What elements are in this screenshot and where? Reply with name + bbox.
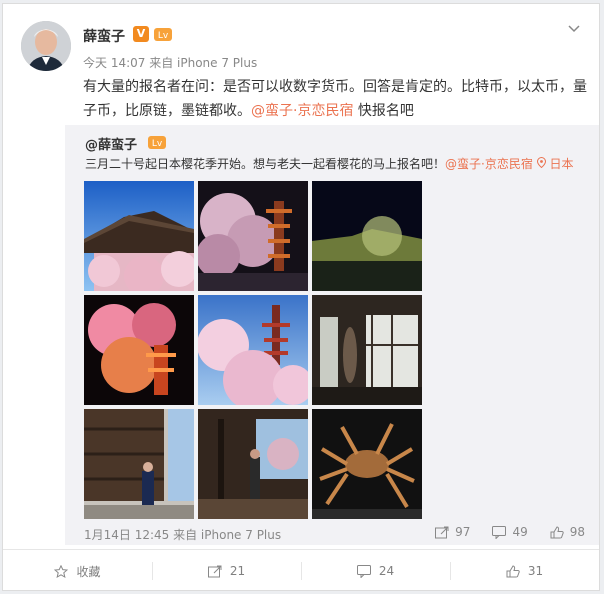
like-icon <box>550 525 564 538</box>
svg-text:Lv: Lv <box>158 31 169 41</box>
photo-balcony[interactable] <box>198 409 308 519</box>
repost-box: @薛蛮子 Lv 三月二十号起日本樱花季开始。想与老夫一起看樱花的马上报名吧！@蛮… <box>65 125 599 545</box>
repost-author[interactable]: @薛蛮子 <box>85 134 137 153</box>
level-badge-icon[interactable]: Lv <box>154 27 172 42</box>
repost-icon <box>207 565 222 577</box>
repost-stats: 97 49 98 <box>435 525 585 539</box>
like-count-value: 98 <box>569 525 585 539</box>
repost-text: 三月二十号起日本樱花季开始。想与老夫一起看樱花的马上报名吧！@蛮子·京恋民宿 日… <box>85 155 574 172</box>
star-icon <box>54 564 69 578</box>
photo-night-stage[interactable] <box>312 181 422 291</box>
favorite-button[interactable]: 收藏 <box>3 550 152 592</box>
location-label: 日本 <box>549 157 574 171</box>
photo-crab[interactable] <box>312 409 422 519</box>
post-meta[interactable]: 今天 14:07 来自 iPhone 7 Plus <box>83 54 257 71</box>
like-count[interactable]: 98 <box>550 525 585 539</box>
photo-lit-sakura[interactable] <box>84 295 194 405</box>
repost-mention-link[interactable]: @蛮子·京恋民宿 <box>445 157 533 171</box>
comment-button[interactable]: 24 <box>301 550 450 592</box>
level-badge-icon[interactable]: Lv <box>148 135 166 150</box>
comment-count-value: 49 <box>512 525 528 539</box>
location-link[interactable]: 日本 <box>536 156 574 171</box>
photo-pagoda-day[interactable] <box>198 295 308 405</box>
comment-icon <box>492 525 507 539</box>
verified-v-icon: V <box>133 26 149 42</box>
location-icon <box>536 156 546 169</box>
comment-icon <box>356 564 371 578</box>
photo-temple-sky[interactable] <box>84 181 194 291</box>
like-button-count: 31 <box>527 564 544 578</box>
avatar[interactable] <box>21 21 71 71</box>
photo-street[interactable] <box>84 409 194 519</box>
repost-count[interactable]: 97 <box>435 525 470 539</box>
weibo-card: 薛蛮子 V Lv 今天 14:07 来自 iPhone 7 Plus 有大量的报… <box>2 3 600 591</box>
comment-button-count: 24 <box>378 564 395 578</box>
post-text: 有大量的报名者在问：是否可以收数字货币。回答是肯定的。比特币，以太币，量子币，比… <box>83 75 588 123</box>
svg-text:Lv: Lv <box>152 139 163 149</box>
like-icon <box>506 564 520 577</box>
photo-pagoda-night[interactable] <box>198 181 308 291</box>
chevron-down-icon[interactable] <box>566 22 582 36</box>
author-name[interactable]: 薛蛮子 <box>83 26 125 46</box>
repost-button-count: 21 <box>229 564 246 578</box>
action-bar: 收藏 21 24 31 <box>3 549 599 592</box>
repost-text-main: 三月二十号起日本樱花季开始。想与老夫一起看樱花的马上报名吧！ <box>85 157 446 171</box>
like-button[interactable]: 31 <box>450 550 599 592</box>
mention-link[interactable]: @蛮子·京恋民宿 <box>251 103 353 119</box>
repost-icon <box>435 526 449 538</box>
repost-count-value: 97 <box>455 525 471 539</box>
photo-interior-window[interactable] <box>312 295 422 405</box>
post-text-tail: 快报名吧 <box>353 103 414 119</box>
repost-footer[interactable]: 1月14日 12:45 来自 iPhone 7 Plus <box>84 526 281 543</box>
favorite-label: 收藏 <box>76 564 101 579</box>
comment-count[interactable]: 49 <box>492 525 528 539</box>
repost-button[interactable]: 21 <box>152 550 301 592</box>
